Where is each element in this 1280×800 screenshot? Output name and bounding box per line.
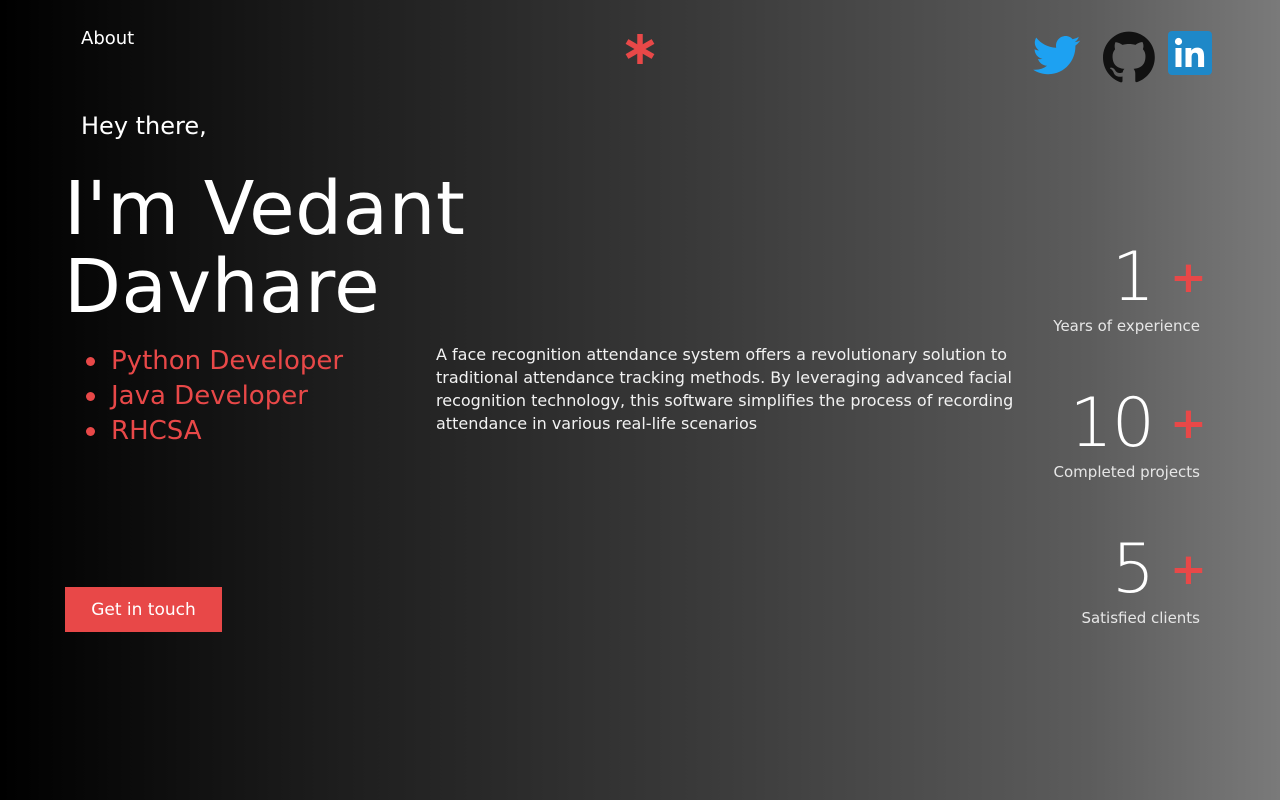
hero-name: I'm Vedant Davhare: [64, 170, 465, 326]
roles-list: Python Developer Java Developer RHCSA: [86, 344, 343, 449]
name-second-line: Davhare: [64, 244, 381, 330]
project-description: A face recognition attendance system off…: [436, 345, 1014, 433]
twitter-icon: [1033, 36, 1081, 75]
linkedin-icon: [1168, 31, 1212, 75]
github-link[interactable]: [1103, 31, 1155, 83]
plus-icon: +: [1170, 252, 1207, 303]
stat-experience: 1 + Years of experience: [1053, 238, 1207, 336]
stat-label: Completed projects: [1053, 463, 1200, 481]
stat-label: Years of experience: [1053, 317, 1200, 335]
plus-icon: +: [1170, 544, 1207, 595]
stat-clients: 5 + Satisfied clients: [1081, 530, 1207, 628]
role-item: Java Developer: [86, 379, 343, 414]
twitter-link[interactable]: [1032, 31, 1082, 79]
stat-value: 5: [1111, 530, 1155, 609]
nav-about-link[interactable]: About: [81, 27, 134, 51]
role-item: Python Developer: [86, 344, 343, 379]
get-in-touch-button[interactable]: Get in touch: [65, 587, 222, 632]
stat-value: 10: [1069, 384, 1155, 463]
asterisk-icon: [619, 28, 661, 70]
greeting-text: Hey there,: [81, 112, 207, 140]
linkedin-link[interactable]: [1168, 31, 1212, 79]
role-item: RHCSA: [86, 414, 343, 449]
stat-projects: 10 + Completed projects: [1053, 384, 1207, 482]
stat-label: Satisfied clients: [1081, 609, 1200, 627]
github-icon: [1103, 31, 1155, 83]
stat-value: 1: [1111, 238, 1155, 317]
plus-icon: +: [1170, 398, 1207, 449]
name-first-line: I'm Vedant: [64, 166, 466, 252]
